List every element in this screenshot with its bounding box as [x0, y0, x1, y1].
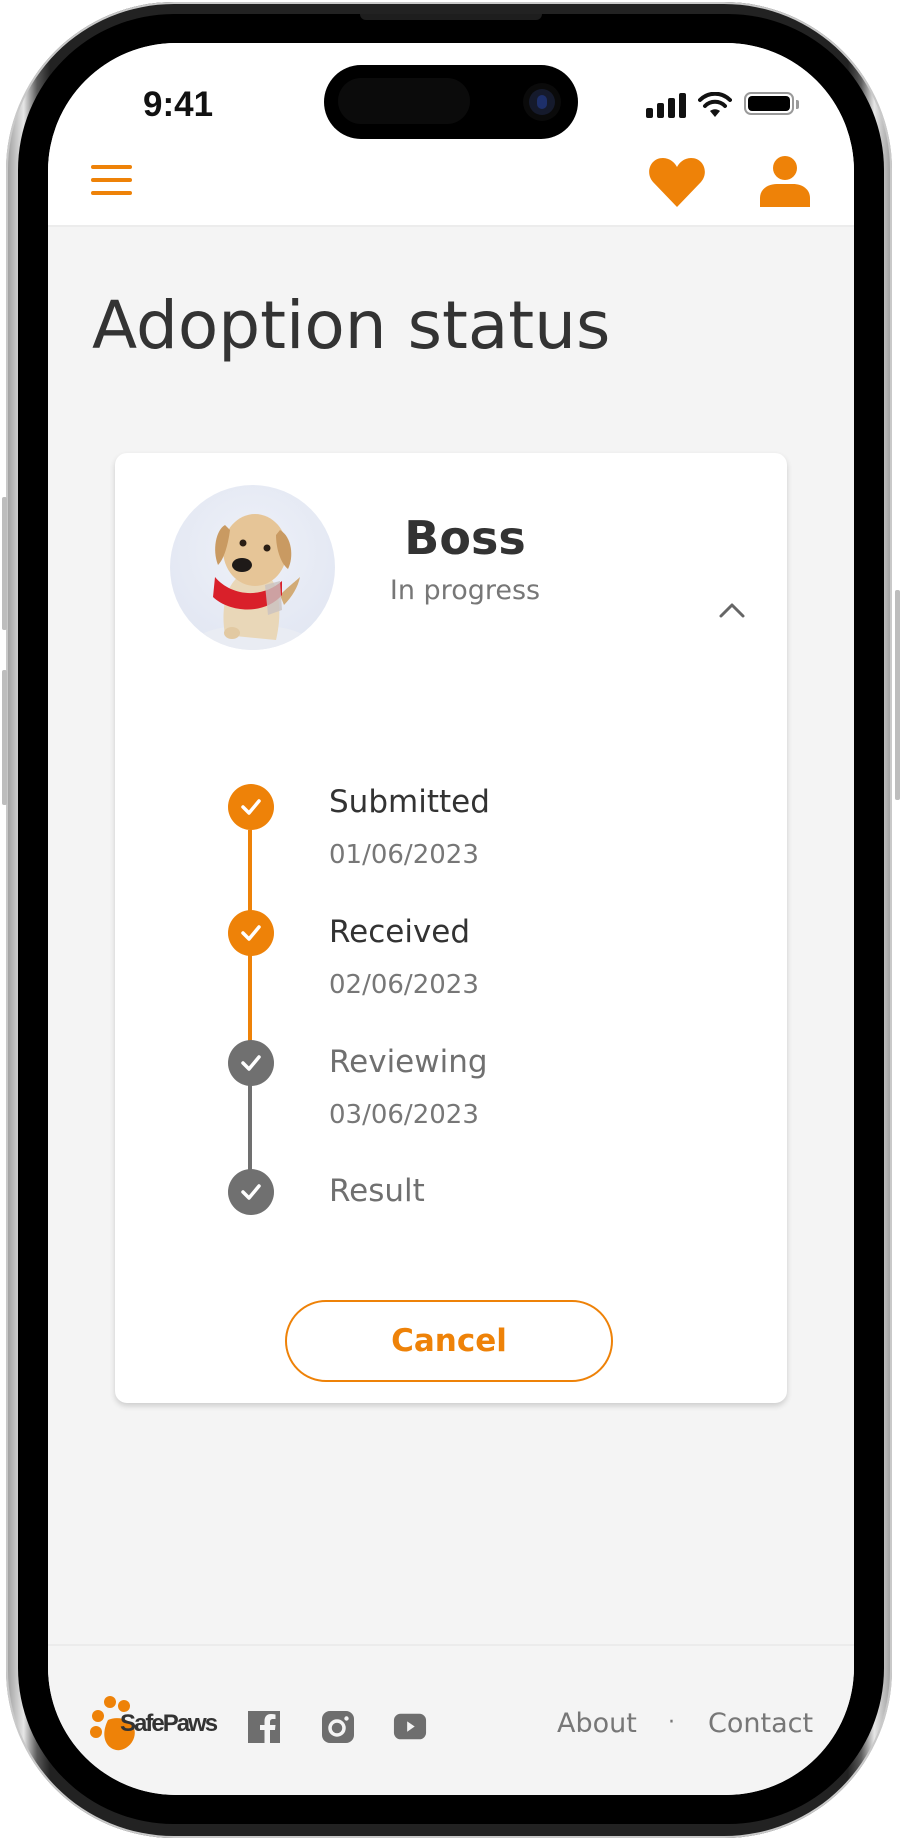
step-date: 01/06/2023	[329, 840, 479, 870]
step-date: 02/06/2023	[329, 970, 479, 1000]
link-separator: ·	[668, 1710, 675, 1735]
step-label: Submitted	[329, 784, 490, 820]
footer: SafePaws About · Contact	[48, 1644, 854, 1795]
user-icon[interactable]	[759, 155, 811, 207]
contact-link[interactable]: Contact	[708, 1710, 813, 1737]
about-link[interactable]: About	[557, 1710, 637, 1737]
screen: 9:41 Adoption status Boss In progress Su…	[48, 43, 854, 1795]
step-check-icon	[228, 784, 274, 830]
pet-avatar	[170, 485, 335, 650]
heart-icon[interactable]	[648, 156, 706, 208]
step-check-icon	[228, 910, 274, 956]
speaker-grille	[360, 14, 542, 20]
volume-down-button	[2, 670, 7, 805]
top-bar: 9:41	[48, 43, 854, 227]
power-button	[895, 590, 900, 800]
cancel-adoption-button[interactable]: Cancel	[285, 1300, 613, 1382]
adoption-card: Boss In progress Submitted 01/06/2023 Re…	[115, 453, 787, 1403]
island-sensor	[338, 78, 470, 124]
front-camera-icon	[529, 89, 555, 115]
youtube-icon[interactable]	[393, 1710, 427, 1744]
dog-photo	[192, 514, 312, 650]
adoption-status-text: In progress	[389, 575, 541, 606]
step-label: Result	[329, 1173, 425, 1209]
chevron-up-icon[interactable]	[715, 593, 749, 627]
battery-tip	[796, 100, 799, 109]
pet-name: Boss	[404, 511, 526, 565]
dynamic-island	[324, 65, 578, 139]
wifi-icon	[698, 92, 732, 117]
volume-up-button	[2, 497, 7, 630]
step-date: 03/06/2023	[329, 1100, 479, 1130]
step-check-icon	[228, 1040, 274, 1086]
hamburger-menu-icon[interactable]	[91, 163, 133, 197]
brand-name[interactable]: SafePaws	[120, 1710, 218, 1738]
step-label: Received	[329, 914, 471, 950]
step-check-icon	[228, 1169, 274, 1215]
status-time: 9:41	[143, 85, 214, 124]
signal-icon	[646, 92, 688, 118]
battery-icon	[744, 92, 794, 115]
instagram-icon[interactable]	[321, 1710, 355, 1744]
page-title: Adoption status	[92, 287, 611, 364]
facebook-icon[interactable]	[247, 1710, 281, 1744]
step-label: Reviewing	[329, 1044, 488, 1080]
